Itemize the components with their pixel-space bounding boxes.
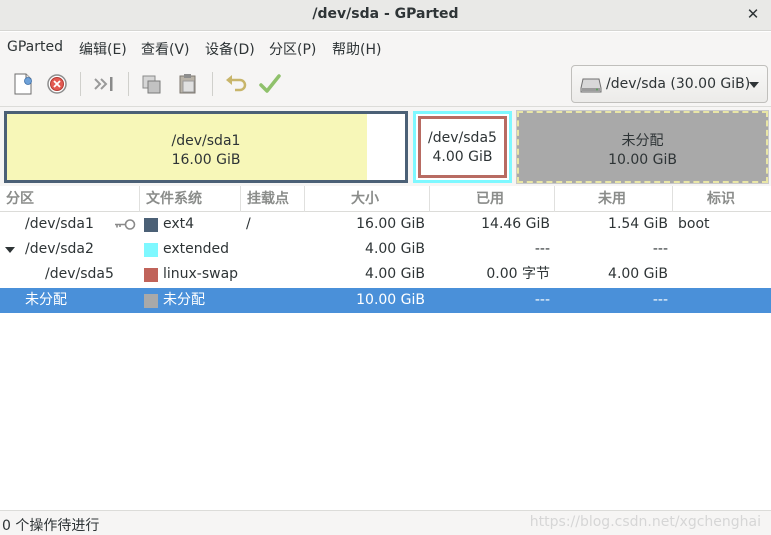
table-row-sda2[interactable]: /dev/sda2 extended 4.00 GiB --- ---: [0, 237, 771, 262]
filesystem-color-swatch: [144, 218, 158, 232]
menu-help[interactable]: 帮助(H): [332, 39, 381, 59]
row-partition: /dev/sda1: [25, 216, 94, 232]
row-partition: 未分配: [25, 292, 67, 308]
column-size[interactable]: 大小: [305, 186, 430, 212]
pending-operations-status: 0 个操作待进行: [2, 518, 100, 534]
row-size: 16.00 GiB: [356, 216, 425, 232]
row-partition: /dev/sda2: [25, 241, 94, 257]
column-partition[interactable]: 分区: [0, 186, 140, 212]
column-filesystem[interactable]: 文件系统: [140, 186, 241, 212]
row-size: 4.00 GiB: [365, 241, 425, 257]
partition-table: 分区 文件系统 挂载点 大小 已用 未用 标识 /dev/sda1 ext4 /…: [0, 186, 771, 510]
watermark: https://blog.csdn.net/xgchenghai: [529, 514, 761, 530]
filesystem-color-swatch: [144, 294, 158, 308]
undo-icon[interactable]: [222, 70, 250, 98]
menu-partition[interactable]: 分区(P): [269, 39, 316, 59]
menu-edit[interactable]: 编辑(E): [79, 39, 127, 59]
row-mountpoint: /: [246, 216, 251, 232]
diskmap-sda1-size: 16.00 GiB: [171, 152, 241, 168]
row-filesystem: extended: [163, 241, 230, 257]
diskmap-partition-extended[interactable]: /dev/sda5 4.00 GiB: [413, 111, 512, 183]
row-unused: ---: [652, 292, 668, 308]
row-used: ---: [534, 241, 550, 257]
row-size: 10.00 GiB: [356, 292, 425, 308]
resize-move-icon[interactable]: [90, 70, 118, 98]
expander-arrow-icon[interactable]: [5, 247, 15, 253]
diskmap-sda5-size: 4.00 GiB: [432, 149, 493, 165]
disk-map: /dev/sda1 16.00 GiB /dev/sda5 4.00 GiB 未…: [0, 107, 771, 186]
row-unused: ---: [652, 241, 668, 257]
diskmap-unallocated-size: 10.00 GiB: [608, 152, 677, 168]
diskmap-unallocated[interactable]: 未分配 10.00 GiB: [516, 110, 769, 184]
paste-icon[interactable]: [174, 70, 202, 98]
row-used: ---: [534, 292, 550, 308]
menu-gparted[interactable]: GParted: [7, 39, 63, 55]
harddisk-icon: [580, 77, 602, 93]
menu-view[interactable]: 查看(V): [141, 39, 190, 59]
row-unused: 4.00 GiB: [608, 266, 668, 282]
diskmap-unallocated-name: 未分配: [621, 133, 664, 149]
diskmap-partition-sda5[interactable]: /dev/sda5 4.00 GiB: [418, 116, 507, 178]
chevron-down-icon: [749, 82, 759, 88]
apply-icon[interactable]: [256, 70, 284, 98]
column-unused[interactable]: 未用: [555, 186, 673, 212]
copy-icon[interactable]: [138, 70, 166, 98]
column-used[interactable]: 已用: [430, 186, 555, 212]
row-filesystem: linux-swap: [163, 266, 239, 282]
row-partition: /dev/sda5: [45, 266, 114, 282]
device-selector[interactable]: /dev/sda (30.00 GiB): [571, 65, 768, 103]
diskmap-sda1-name: /dev/sda1: [171, 133, 241, 149]
row-filesystem: 未分配: [163, 292, 205, 308]
row-used: 0.00 字节: [486, 266, 550, 282]
column-mountpoint[interactable]: 挂载点: [241, 186, 305, 212]
table-row-sda1[interactable]: /dev/sda1 ext4 / 16.00 GiB 14.46 GiB 1.5…: [0, 212, 771, 237]
row-used: 14.46 GiB: [481, 216, 550, 232]
diskmap-partition-sda1[interactable]: /dev/sda1 16.00 GiB: [4, 111, 408, 183]
row-filesystem: ext4: [163, 216, 195, 232]
status-bar: 0 个操作待进行 https://blog.csdn.net/xgchengha…: [0, 510, 771, 535]
key-icon: [114, 218, 136, 231]
table-row-sda5[interactable]: /dev/sda5 linux-swap 4.00 GiB 0.00 字节 4.…: [0, 262, 771, 287]
menu-device[interactable]: 设备(D): [205, 39, 255, 59]
title-bar: /dev/sda - GParted ✕: [0, 0, 771, 31]
table-header: 分区 文件系统 挂载点 大小 已用 未用 标识: [0, 186, 771, 212]
menu-bar: GParted 编辑(E) 查看(V) 设备(D) 分区(P) 帮助(H): [0, 32, 771, 61]
close-icon[interactable]: ✕: [745, 5, 761, 23]
table-row-unallocated[interactable]: 未分配 未分配 10.00 GiB --- ---: [0, 288, 771, 313]
column-flags[interactable]: 标识: [673, 186, 771, 212]
window-title: /dev/sda - GParted: [312, 6, 459, 22]
diskmap-sda5-name: /dev/sda5: [428, 130, 497, 146]
row-size: 4.00 GiB: [365, 266, 425, 282]
delete-partition-icon[interactable]: [43, 70, 71, 98]
toolbar: /dev/sda (30.00 GiB): [0, 61, 771, 107]
filesystem-color-swatch: [144, 243, 158, 257]
new-partition-icon[interactable]: [9, 70, 37, 98]
row-unused: 1.54 GiB: [608, 216, 668, 232]
row-flags: boot: [678, 216, 710, 232]
filesystem-color-swatch: [144, 268, 158, 282]
device-selector-label: /dev/sda (30.00 GiB): [606, 76, 751, 92]
